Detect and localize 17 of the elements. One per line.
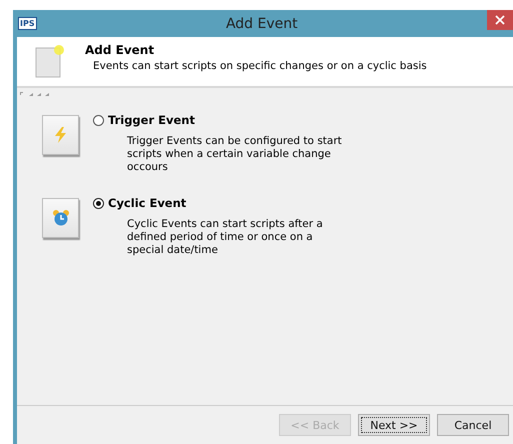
close-icon xyxy=(495,15,505,25)
option-icon-button[interactable] xyxy=(42,198,79,238)
header-subtitle: Events can start scripts on specific changes or on a cyclic basis xyxy=(93,60,427,72)
option-label[interactable]: Trigger Event xyxy=(108,113,195,127)
page-icon xyxy=(35,44,65,78)
dialog-button[interactable]: Cancel xyxy=(437,414,509,436)
radio-button[interactable] xyxy=(93,114,104,126)
app-logo: IPS xyxy=(18,17,37,30)
header-title: Add Event xyxy=(85,43,156,57)
close-button[interactable] xyxy=(487,10,513,30)
option-label[interactable]: Cyclic Event xyxy=(108,196,186,210)
window-title: Add Event xyxy=(224,16,299,32)
option-description: Cyclic Events can start scripts after a defined period of time or once on a special date/time xyxy=(127,218,324,257)
option-description: Trigger Events can be configured to start scripts when a certain variable change occours xyxy=(127,135,343,174)
radio-button[interactable] xyxy=(93,198,104,208)
dialog-button[interactable]: Next >> xyxy=(358,414,430,436)
alarm-clock-icon xyxy=(52,209,70,227)
